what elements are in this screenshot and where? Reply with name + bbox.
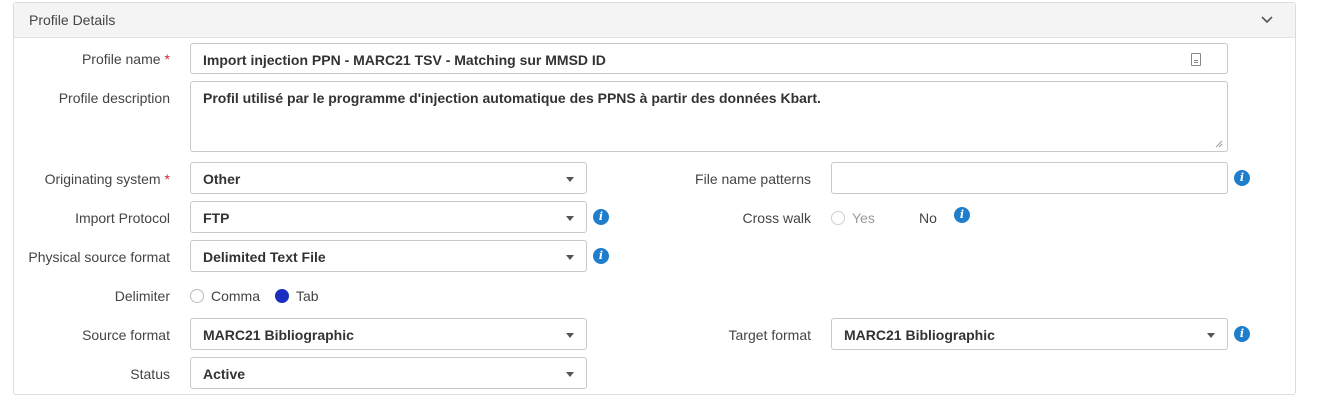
delimiter-comma-radio[interactable] [190,289,204,303]
panel-header[interactable]: Profile Details [14,3,1295,38]
panel-title: Profile Details [29,12,116,28]
import-protocol-select[interactable]: FTP [190,201,587,233]
physical-source-format-value: Delimited Text File [203,249,326,265]
profile-description-label: Profile description [58,90,170,106]
status-select[interactable]: Active [190,357,587,389]
import-protocol-value: FTP [203,210,230,226]
chevron-down-icon[interactable] [1259,11,1275,27]
info-icon[interactable]: i [593,248,609,264]
import-protocol-label: Import Protocol [75,210,170,226]
dropdown-caret-icon [566,255,574,260]
delimiter-comma-label: Comma [211,288,261,304]
originating-system-label: Originating system * [44,171,170,187]
status-label: Status [130,366,170,382]
delimiter-tab-radio[interactable] [275,289,289,303]
target-format-select[interactable]: MARC21 Bibliographic [831,318,1228,350]
profile-name-input[interactable]: Import injection PPN - MARC21 TSV - Matc… [190,43,1228,74]
target-format-label: Target format [728,327,811,343]
file-name-patterns-label: File name patterns [695,171,811,187]
dropdown-caret-icon [566,333,574,338]
info-icon[interactable]: i [1234,170,1250,186]
physical-source-format-label: Physical source format [28,249,170,265]
file-name-patterns-input[interactable] [831,162,1228,194]
dropdown-caret-icon [566,177,574,182]
source-format-label: Source format [82,327,170,343]
physical-source-format-select[interactable]: Delimited Text File [190,240,587,272]
info-icon[interactable]: i [1234,326,1250,342]
dropdown-caret-icon [1207,333,1215,338]
book-icon[interactable] [1191,53,1201,66]
source-format-select[interactable]: MARC21 Bibliographic [190,318,587,350]
delimiter-label: Delimiter [114,288,170,304]
profile-name-label: Profile name * [81,51,170,67]
status-value: Active [203,366,246,382]
cross-walk-no-label[interactable]: No [919,210,937,226]
info-icon[interactable]: i [593,209,609,225]
originating-system-value: Other [203,171,241,187]
delimiter-tab-label: Tab [296,288,319,304]
cross-walk-yes-label: Yes [852,210,875,226]
originating-system-select[interactable]: Other [190,162,587,194]
source-format-value: MARC21 Bibliographic [203,327,354,343]
info-icon[interactable]: i [954,207,970,223]
profile-description-value: Profil utilisé par le programme d'inject… [203,90,821,106]
target-format-value: MARC21 Bibliographic [844,327,995,343]
profile-description-textarea[interactable]: Profil utilisé par le programme d'inject… [190,81,1228,152]
dropdown-caret-icon [566,372,574,377]
dropdown-caret-icon [566,216,574,221]
profile-name-value: Import injection PPN - MARC21 TSV - Matc… [203,52,606,68]
resize-handle-icon[interactable] [1215,140,1223,148]
cross-walk-label: Cross walk [742,210,811,226]
cross-walk-yes-radio[interactable] [831,211,845,225]
